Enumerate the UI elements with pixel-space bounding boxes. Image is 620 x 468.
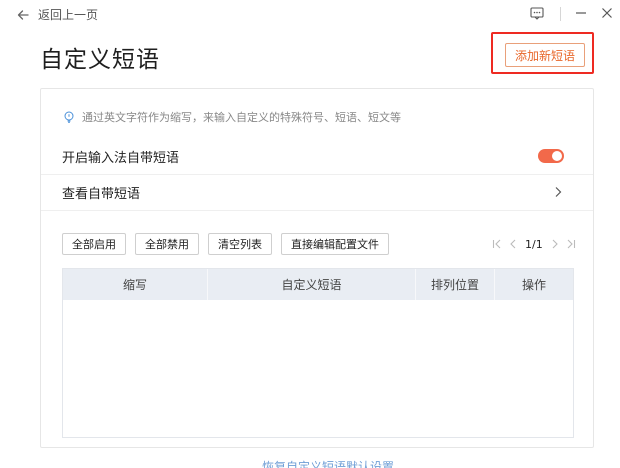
- minimize-icon: [576, 12, 586, 14]
- hint-row: 通过英文字符作为缩写，来输入自定义的特殊符号、短语、短文等: [63, 109, 401, 125]
- view-builtin-label: 查看自带短语: [62, 186, 141, 202]
- first-page-icon[interactable]: [491, 238, 503, 250]
- lightbulb-icon: [64, 111, 74, 123]
- enable-all-button[interactable]: 全部启用: [62, 233, 126, 255]
- table-header: 缩写 自定义短语 排列位置 操作: [63, 269, 573, 300]
- back-button[interactable]: 返回上一页: [16, 6, 98, 23]
- arrow-left-icon: [17, 9, 29, 20]
- enable-builtin-row: 开启输入法自带短语: [41, 138, 593, 174]
- phrases-panel: 通过英文字符作为缩写，来输入自定义的特殊符号、短语、短文等 开启输入法自带短语 …: [40, 88, 594, 448]
- close-button[interactable]: [598, 4, 616, 22]
- clear-list-button[interactable]: 清空列表: [208, 233, 272, 255]
- feedback-button[interactable]: [528, 4, 546, 22]
- prev-page-icon[interactable]: [507, 238, 519, 250]
- column-header-position: 排列位置: [416, 269, 495, 300]
- column-header-abbreviation: 缩写: [63, 269, 208, 300]
- pagination: 1/1: [491, 234, 577, 254]
- enable-builtin-toggle[interactable]: [538, 149, 564, 163]
- page-title: 自定义短语: [40, 47, 160, 73]
- toggle-knob: [552, 151, 562, 161]
- message-icon: [530, 6, 544, 20]
- title-bar: 返回上一页: [0, 0, 620, 28]
- row-divider: [41, 210, 593, 211]
- action-button-bar: 全部启用 全部禁用 清空列表 直接编辑配置文件: [62, 233, 398, 255]
- disable-all-button[interactable]: 全部禁用: [135, 233, 199, 255]
- minimize-button[interactable]: [572, 4, 590, 22]
- title-bar-divider: [560, 7, 561, 21]
- column-header-actions: 操作: [521, 278, 546, 292]
- enable-builtin-label: 开启输入法自带短语: [62, 150, 180, 166]
- view-builtin-row[interactable]: 查看自带短语: [41, 174, 593, 210]
- close-icon: [602, 8, 612, 18]
- column-header-phrase: 自定义短语: [208, 269, 416, 300]
- chevron-right-icon: [555, 187, 562, 197]
- edit-config-button[interactable]: 直接编辑配置文件: [281, 233, 389, 255]
- last-page-icon[interactable]: [565, 238, 577, 250]
- back-label: 返回上一页: [38, 8, 99, 22]
- add-phrase-button[interactable]: 添加新短语: [505, 43, 585, 67]
- page-indicator: 1/1: [525, 237, 543, 251]
- next-page-icon[interactable]: [549, 238, 561, 250]
- restore-defaults-link[interactable]: 恢复自定义短语默认设置: [262, 458, 394, 468]
- hint-text: 通过英文字符作为缩写，来输入自定义的特殊符号、短语、短文等: [82, 111, 401, 124]
- phrases-table: 缩写 自定义短语 排列位置 操作: [62, 268, 574, 438]
